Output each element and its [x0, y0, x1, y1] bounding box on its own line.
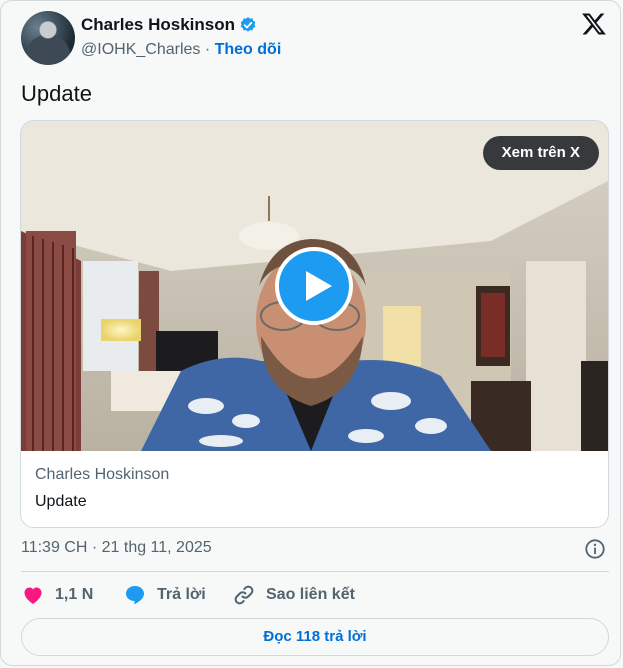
reply-label: Trả lời [157, 586, 206, 603]
action-bar: 1,1 N Trả lời Sao liên kết [21, 583, 355, 607]
author-name[interactable]: Charles Hoskinson [81, 15, 235, 35]
copy-link-button[interactable]: Sao liên kết [232, 583, 355, 607]
author-name-row: Charles Hoskinson [81, 15, 257, 35]
link-icon [234, 585, 254, 605]
x-logo-icon[interactable] [581, 11, 607, 37]
play-button[interactable] [275, 247, 353, 325]
video-embed[interactable]: Xem trên X Charles Hoskinson Update [20, 120, 609, 528]
like-count: 1,1 N [55, 586, 94, 603]
view-on-x-button[interactable]: Xem trên X [482, 136, 599, 170]
like-button[interactable]: 1,1 N [21, 583, 123, 607]
info-icon[interactable] [584, 538, 606, 560]
copy-link-label: Sao liên kết [266, 586, 355, 603]
divider [21, 571, 609, 572]
author-handle[interactable]: @IOHK_Charles [81, 41, 200, 58]
handle-row: @IOHK_Charles · Theo dõi [81, 41, 281, 59]
avatar[interactable] [21, 11, 75, 65]
media-caption-title: Update [35, 493, 87, 510]
tweet-text: Update [21, 81, 92, 106]
reply-button[interactable]: Trả lời [123, 583, 232, 607]
media-caption-author: Charles Hoskinson [35, 466, 170, 483]
verified-badge-icon [240, 17, 256, 32]
tweet-timestamp[interactable]: 11:39 CH · 21 thg 11, 2025 [21, 539, 212, 557]
handle-separator: · [200, 41, 215, 58]
play-icon [306, 271, 332, 301]
heart-icon [24, 587, 42, 604]
embedded-tweet-card: Charles Hoskinson @IOHK_Charles · Theo d… [0, 0, 621, 666]
follow-link[interactable]: Theo dõi [215, 41, 282, 58]
reply-bubble-icon [126, 586, 144, 605]
read-replies-button[interactable]: Đọc 118 trả lời [21, 618, 609, 656]
media-caption: Charles Hoskinson Update [35, 466, 169, 511]
